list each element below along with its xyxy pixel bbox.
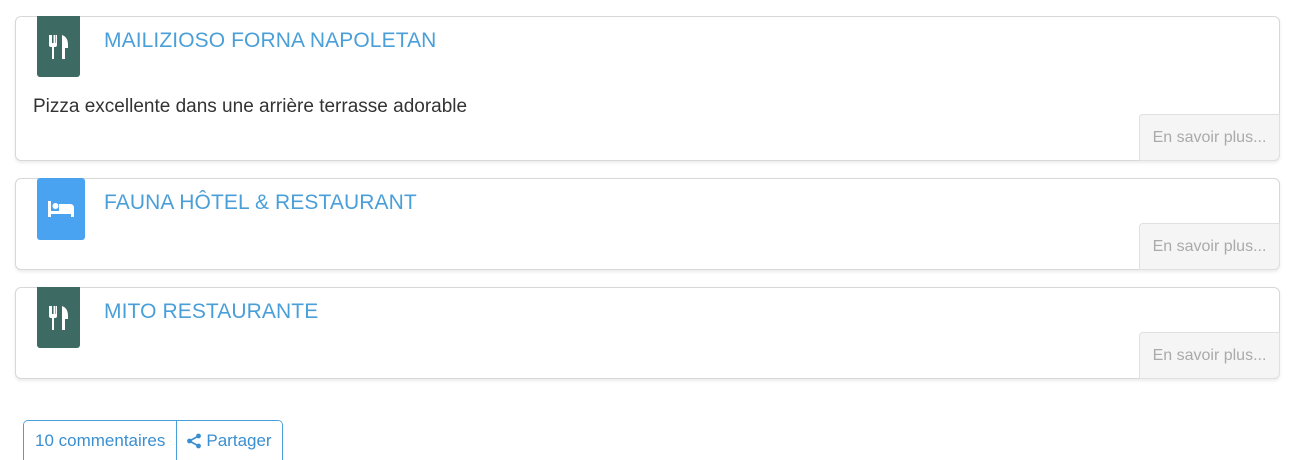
comments-label: 10 commentaires: [35, 431, 166, 450]
more-info-button[interactable]: En savoir plus...: [1139, 223, 1280, 270]
listing-description: Pizza excellente dans une arrière terras…: [33, 96, 468, 117]
share-button[interactable]: Partager: [176, 421, 282, 460]
restaurant-badge: [37, 287, 80, 348]
share-icon: [186, 433, 202, 449]
listing-card: FAUNA HÔTEL & RESTAURANT En savoir plus.…: [15, 178, 1280, 270]
comments-button[interactable]: 10 commentaires: [24, 421, 177, 460]
action-button-group: 10 commentaires Partager: [23, 420, 283, 460]
more-info-button[interactable]: En savoir plus...: [1139, 114, 1280, 161]
listing-title[interactable]: MITO RESTAURANTE: [104, 300, 318, 324]
listing-card: MITO RESTAURANTE En savoir plus...: [15, 287, 1280, 379]
more-info-button[interactable]: En savoir plus...: [1139, 332, 1280, 379]
restaurant-badge: [37, 16, 80, 77]
listing-title[interactable]: MAILIZIOSO FORNA NAPOLETAN: [104, 29, 436, 53]
page: MAILIZIOSO FORNA NAPOLETAN Pizza excelle…: [0, 0, 1296, 460]
hotel-icon: [48, 201, 74, 217]
listing-card: MAILIZIOSO FORNA NAPOLETAN Pizza excelle…: [15, 16, 1280, 161]
restaurant-icon: [48, 305, 69, 331]
restaurant-icon: [48, 34, 69, 60]
listing-title[interactable]: FAUNA HÔTEL & RESTAURANT: [104, 191, 417, 215]
share-label: Partager: [206, 431, 272, 450]
hotel-badge: [37, 178, 85, 240]
